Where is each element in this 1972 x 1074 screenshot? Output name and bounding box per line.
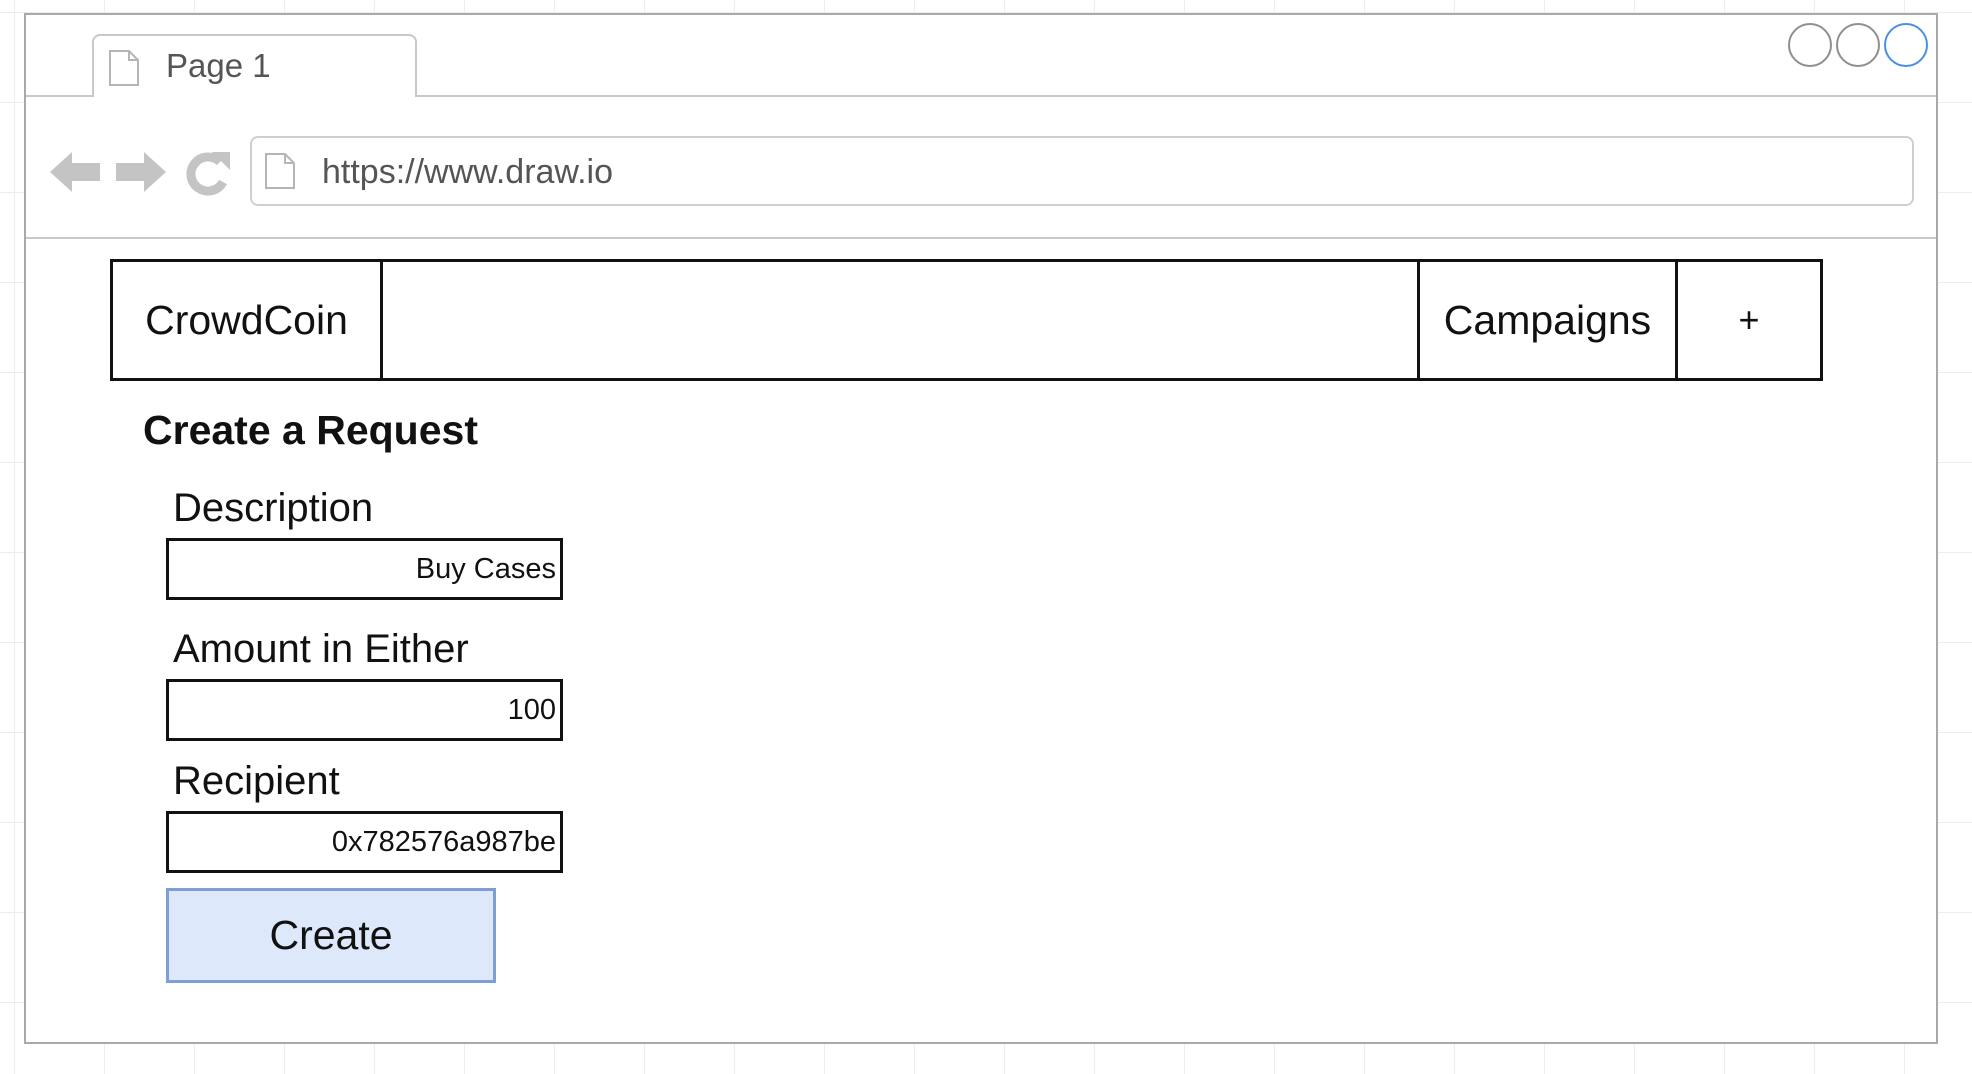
brand-link[interactable]: CrowdCoin: [113, 262, 383, 378]
page-title: Create a Request: [143, 407, 478, 453]
amount-input[interactable]: 100: [166, 679, 563, 741]
description-label: Description: [173, 486, 374, 530]
amount-label: Amount in Either: [173, 627, 469, 671]
add-campaign-button[interactable]: +: [1678, 262, 1820, 378]
app-navbar: CrowdCoin Campaigns +: [110, 259, 1823, 381]
forward-arrow-icon[interactable]: [114, 150, 168, 194]
create-button[interactable]: Create: [166, 888, 496, 983]
url-text: https://www.draw.io: [322, 153, 614, 191]
window-control-icon[interactable]: [1788, 23, 1832, 67]
tab-page-1[interactable]: Page 1: [92, 34, 417, 97]
page-icon: [265, 153, 295, 189]
tab-label: Page 1: [166, 47, 271, 84]
back-arrow-icon[interactable]: [48, 150, 102, 194]
tab-bar: Page 1: [26, 15, 1936, 97]
window-control-icon[interactable]: [1836, 23, 1880, 67]
window-control-icon[interactable]: [1884, 23, 1928, 67]
recipient-label: Recipient: [173, 759, 340, 803]
campaigns-link[interactable]: Campaigns: [1420, 262, 1678, 378]
address-row: https://www.draw.io: [26, 97, 1936, 239]
page-icon: [109, 50, 139, 86]
reload-icon[interactable]: [182, 150, 232, 196]
description-input[interactable]: Buy Cases: [166, 538, 563, 600]
recipient-input[interactable]: 0x782576a987be: [166, 811, 563, 873]
window-controls: [1788, 23, 1928, 67]
address-bar[interactable]: https://www.draw.io: [250, 136, 1914, 206]
navbar-spacer: [383, 262, 1420, 378]
